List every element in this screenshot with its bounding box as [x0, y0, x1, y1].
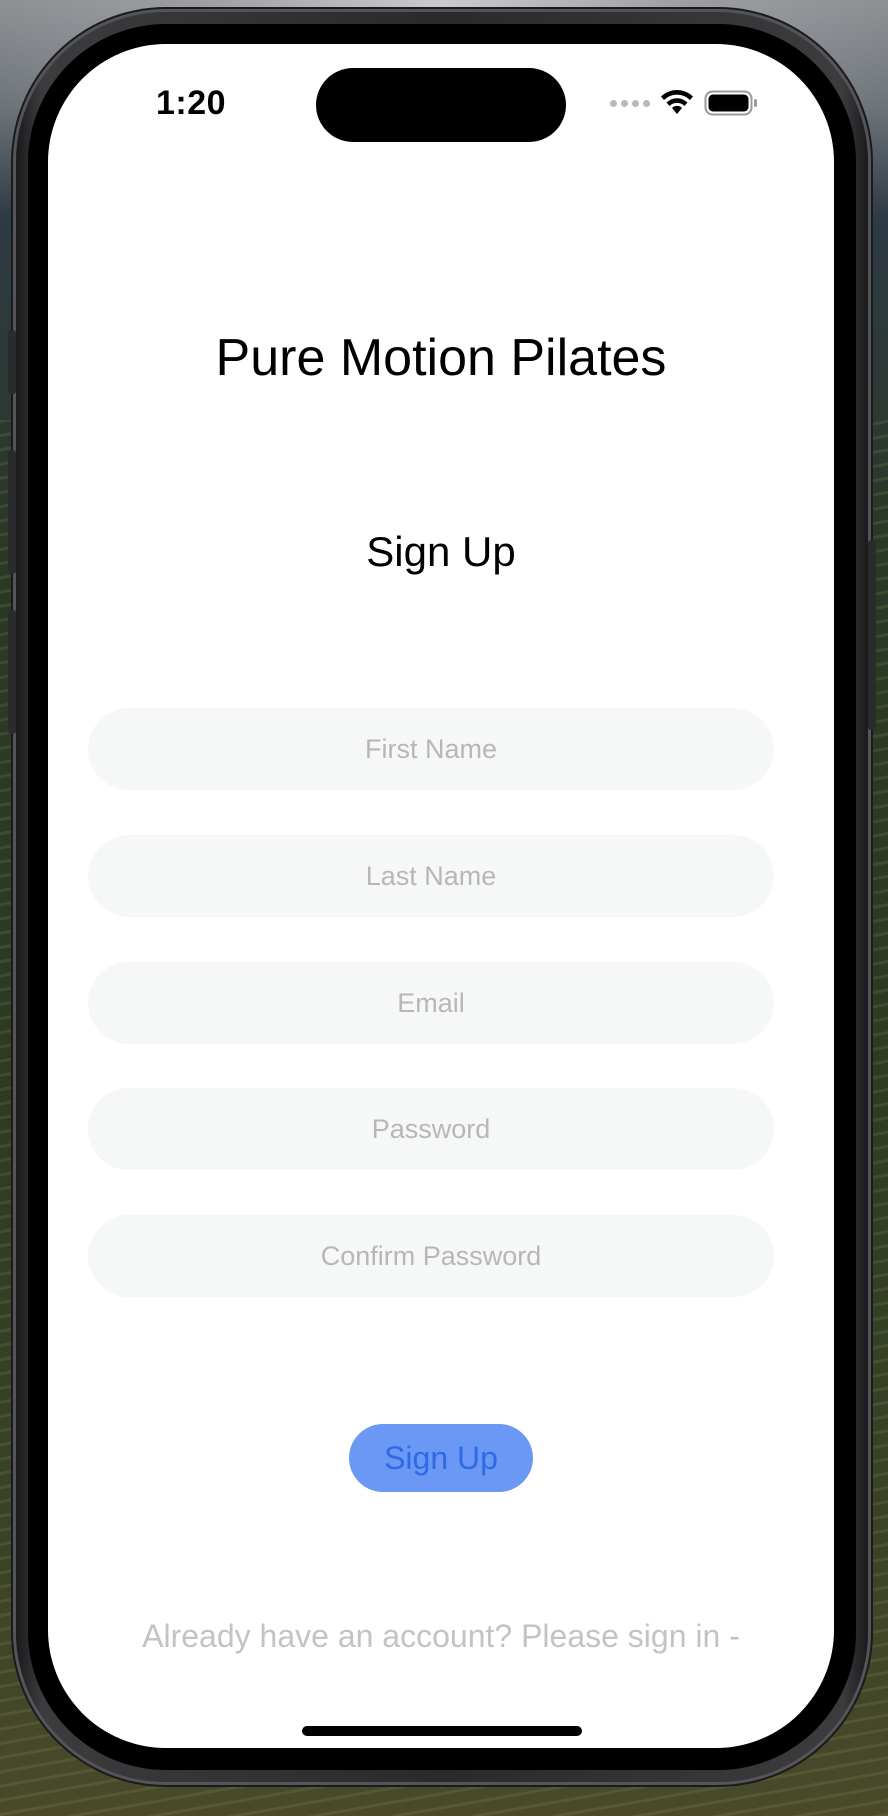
status-icons [610, 88, 758, 118]
page-title: Sign Up [366, 528, 516, 575]
sign-in-link[interactable]: Already have an account? Please sign in … [48, 1618, 834, 1655]
app-screen: 1:20 Pure Motion Pilates Sign Up Sign Up… [48, 44, 834, 1748]
volume-down-button [8, 610, 16, 734]
cellular-signal-dots-icon [610, 99, 650, 107]
password-field[interactable] [88, 1088, 774, 1170]
app-title: Pure Motion Pilates [215, 329, 667, 387]
action-button [8, 330, 16, 394]
dynamic-island [316, 68, 566, 142]
status-time: 1:20 [156, 84, 227, 122]
confirm-password-field[interactable] [88, 1215, 774, 1297]
wifi-icon [661, 90, 693, 114]
sign-up-button[interactable]: Sign Up [349, 1424, 533, 1492]
battery-icon [704, 90, 757, 116]
first-name-field[interactable] [88, 708, 774, 790]
power-button [868, 540, 876, 730]
email-field[interactable] [88, 962, 774, 1044]
volume-up-button [8, 450, 16, 574]
home-indicator[interactable] [302, 1726, 582, 1736]
last-name-field[interactable] [88, 835, 774, 917]
